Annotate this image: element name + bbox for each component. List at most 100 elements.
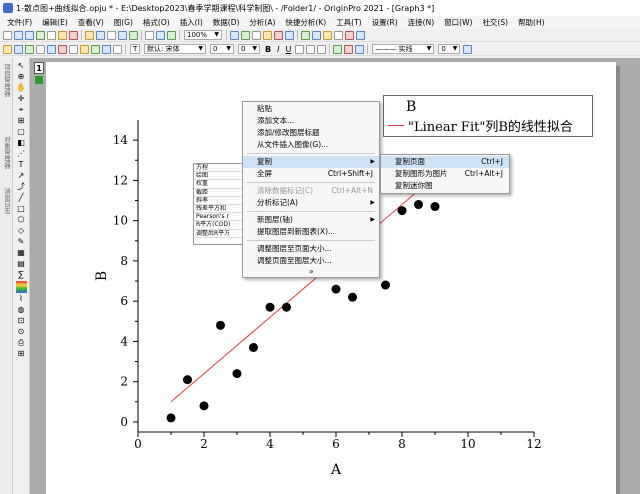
object-manager-tab[interactable]: 对象管理器 [1, 134, 12, 171]
submenu-copy-graph-image[interactable]: 复制图形为图片 Ctrl+Alt+J [381, 168, 509, 180]
menu-file[interactable]: 文件(F) [2, 17, 37, 28]
learning-center-icon[interactable] [312, 30, 321, 40]
merge-icon[interactable] [36, 44, 45, 54]
toolbar-extra-icon[interactable] [345, 30, 354, 40]
data-selector-icon[interactable]: ⊞ [16, 116, 27, 126]
insert-table-icon[interactable]: ▤ [16, 259, 27, 269]
axis-icon[interactable] [47, 44, 56, 54]
region-tool-icon[interactable]: ◇ [16, 226, 27, 236]
superscript-icon[interactable] [295, 44, 305, 54]
subscript-icon[interactable] [306, 44, 316, 54]
font-color-icon[interactable] [344, 44, 354, 54]
layer-lock-icon[interactable] [35, 76, 43, 84]
submenu-copy-mini[interactable]: 复制迷你图 [381, 180, 509, 192]
menu-format[interactable]: 格式(O) [138, 17, 175, 28]
bold-button[interactable]: B [265, 45, 271, 54]
menu-analysis[interactable]: 分析(A) [244, 17, 280, 28]
pointer-tool-icon[interactable]: ↖ [16, 61, 27, 71]
ctx-add-text[interactable]: 添加文本... [243, 115, 379, 127]
fit-stats-table[interactable]: 方程 绘图 权重 截距 斜率 残差平方和 Pearson's r R平方(COD… [193, 163, 245, 245]
underline-button[interactable]: U [285, 45, 291, 54]
pan-tool-icon[interactable]: ✋ [16, 83, 27, 93]
pattern-icon[interactable] [463, 44, 473, 54]
insert-equation-icon[interactable]: ∑ [16, 270, 27, 280]
menu-view[interactable]: 查看(V) [73, 17, 109, 28]
ctx-clear-markers[interactable]: 清除数据标记(C) Ctrl+Alt+N [243, 185, 379, 197]
add-layer-icon[interactable] [25, 44, 34, 54]
menu-quick-analysis[interactable]: 快捷分析(K) [280, 17, 331, 28]
rescale-icon[interactable] [14, 44, 23, 54]
layer-indicator[interactable]: 1 [34, 62, 44, 74]
code-builder-icon[interactable] [263, 30, 272, 40]
line-color-icon[interactable] [355, 44, 365, 54]
add-app-icon[interactable] [301, 30, 310, 40]
table-icon[interactable] [113, 44, 122, 54]
menu-data[interactable]: 数据(D) [208, 17, 245, 28]
line-tool-icon[interactable]: ╱ [16, 193, 27, 203]
save-template-icon[interactable] [107, 30, 116, 40]
import-icon[interactable] [118, 30, 127, 40]
ctx-layer-title[interactable]: 添加/修改图层标题 [243, 127, 379, 139]
import-excel-icon[interactable] [129, 30, 138, 40]
grid-tool-icon[interactable]: ⊞ [16, 349, 27, 359]
font-size-combo-2[interactable]: 0 ▼ [238, 44, 260, 54]
fill-color-icon[interactable] [333, 44, 343, 54]
ctx-more[interactable]: » [243, 266, 379, 278]
ctx-fullscreen[interactable]: 全屏 Ctrl+Shift+J [243, 168, 379, 180]
italic-button[interactable]: I [277, 45, 279, 54]
ctx-insert-image[interactable]: 从文件插入图像(G)... [243, 139, 379, 151]
save-icon[interactable] [96, 30, 105, 40]
zoom-combo[interactable]: 100% ▼ [184, 30, 222, 40]
object-manager-icon[interactable] [285, 30, 294, 40]
command-window-icon[interactable] [252, 30, 261, 40]
ctx-new-layer[interactable]: 新图层(轴) ▶ [243, 214, 379, 226]
zoom-tool-icon[interactable]: ⊕ [16, 72, 27, 82]
legend-icon[interactable] [80, 44, 89, 54]
reminder-icon[interactable] [334, 30, 343, 40]
menu-insert[interactable]: 插入(I) [175, 17, 208, 28]
results-log-icon[interactable] [241, 30, 250, 40]
submenu-copy-page[interactable]: 复制页面 Ctrl+J [381, 156, 509, 168]
project-explorer-icon[interactable] [230, 30, 239, 40]
menu-connect[interactable]: 连接(N) [403, 17, 439, 28]
ctx-extract-layer[interactable]: 提取图层到新图表(X)... [243, 226, 379, 238]
curved-arrow-icon[interactable]: ⤴ [16, 182, 27, 192]
legend-box[interactable]: B "Linear Fit"列B的线性拟合 [383, 95, 593, 137]
color-palette-icon[interactable] [15, 280, 27, 293]
menu-settings[interactable]: 设置(R) [367, 17, 403, 28]
font-combo[interactable]: 默认: 宋体 ▼ [144, 44, 206, 54]
refresh-icon[interactable] [156, 30, 165, 40]
draw-data-icon[interactable]: ⋰ [16, 149, 27, 159]
color-icon[interactable] [58, 44, 67, 54]
menu-tools[interactable]: 工具(T) [331, 17, 366, 28]
ctx-copy[interactable]: 复制 ▶ [243, 156, 379, 168]
menu-social[interactable]: 社交(S) [477, 17, 513, 28]
open-icon[interactable] [85, 30, 94, 40]
project-explorer-tab[interactable]: 项目管理器 [1, 62, 12, 99]
export-icon[interactable] [167, 30, 176, 40]
ctx-fit-layer-page[interactable]: 调整图层至页面大小... [243, 243, 379, 255]
menu-help[interactable]: 帮助(H) [513, 17, 550, 28]
new-function-icon[interactable] [69, 30, 78, 40]
message-icon[interactable] [323, 30, 332, 40]
region-select-icon[interactable]: ▢ [16, 127, 27, 137]
font-size-combo[interactable]: 0 ▼ [210, 44, 234, 54]
line-width-combo[interactable]: 0 ▼ [438, 44, 461, 54]
print-tool-icon[interactable]: ⎙ [16, 338, 27, 348]
grid-icon[interactable] [69, 44, 78, 54]
color-scale-icon[interactable] [102, 44, 111, 54]
marker-icon[interactable]: ⊙ [16, 327, 27, 337]
lock-icon[interactable]: ⊡ [16, 316, 27, 326]
mask-tool-icon[interactable]: ◧ [16, 138, 27, 148]
new-project-icon[interactable] [3, 30, 12, 40]
polygon-tool-icon[interactable]: ⬠ [16, 215, 27, 225]
timestamp-icon[interactable] [91, 44, 100, 54]
insert-graph-icon[interactable]: ▦ [16, 248, 27, 258]
menu-edit[interactable]: 编辑(E) [37, 17, 73, 28]
arrow-tool-icon[interactable]: ↗ [16, 171, 27, 181]
app-center-icon[interactable] [274, 30, 283, 40]
print-icon[interactable] [145, 30, 154, 40]
message-log-tab[interactable]: 消息日志 [1, 186, 12, 216]
text-tool-icon[interactable]: T [16, 160, 27, 170]
new-layout-icon[interactable] [58, 30, 67, 40]
